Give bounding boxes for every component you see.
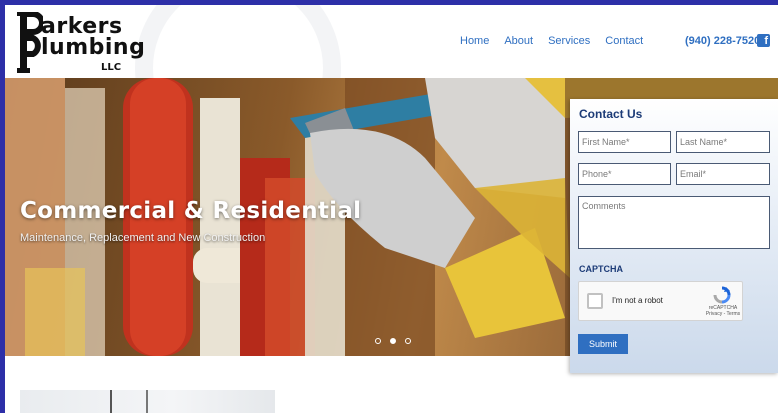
nav-home[interactable]: Home (460, 35, 489, 47)
nav-contact[interactable]: Contact (605, 35, 643, 47)
recaptcha-checkbox[interactable] (587, 293, 603, 309)
logo-text-llc: LLC (101, 62, 122, 73)
phone-field[interactable] (578, 163, 671, 185)
slider-dot-3[interactable] (405, 338, 411, 344)
slider-dot-1[interactable] (375, 338, 381, 344)
image-pipe (110, 390, 112, 413)
content-image (20, 390, 275, 413)
recaptcha-text: I'm not a robot (612, 296, 663, 305)
image-pipe (146, 390, 148, 413)
main-nav: Home About Services Contact (460, 35, 643, 47)
contact-form: Contact Us CAPTCHA I'm not a robot reCAP… (570, 99, 778, 373)
slider-dot-2[interactable] (390, 338, 396, 344)
comments-field[interactable] (578, 196, 770, 249)
recaptcha-brand: reCAPTCHA Privacy - Terms (703, 305, 743, 317)
captcha-label: CAPTCHA (579, 264, 623, 274)
contact-title: Contact Us (579, 107, 643, 121)
facebook-glyph: f (764, 35, 768, 47)
hero-subtitle: Maintenance, Replacement and New Constru… (20, 232, 266, 244)
facebook-icon[interactable]: f (757, 34, 770, 47)
recaptcha-widget: I'm not a robot reCAPTCHA Privacy - Term… (578, 281, 743, 321)
site-logo[interactable]: arkers lumbing LLC (17, 12, 157, 74)
first-name-field[interactable] (578, 131, 671, 153)
submit-button[interactable]: Submit (578, 334, 628, 354)
slider-dots (375, 338, 411, 344)
recaptcha-links[interactable]: Privacy - Terms (703, 311, 743, 317)
logo-pipe-icon (17, 12, 43, 73)
nav-about[interactable]: About (504, 35, 533, 47)
hero-title: Commercial & Residential (20, 198, 362, 224)
page-frame: arkers lumbing LLC Home About Services C… (5, 5, 778, 413)
site-header: arkers lumbing LLC Home About Services C… (5, 5, 778, 171)
nav-services[interactable]: Services (548, 35, 590, 47)
logo-text-line2: lumbing (41, 35, 146, 60)
last-name-field[interactable] (676, 131, 770, 153)
header-phone-link[interactable]: (940) 228-7520 (685, 35, 760, 47)
email-field[interactable] (676, 163, 770, 185)
recaptcha-icon (713, 286, 731, 304)
